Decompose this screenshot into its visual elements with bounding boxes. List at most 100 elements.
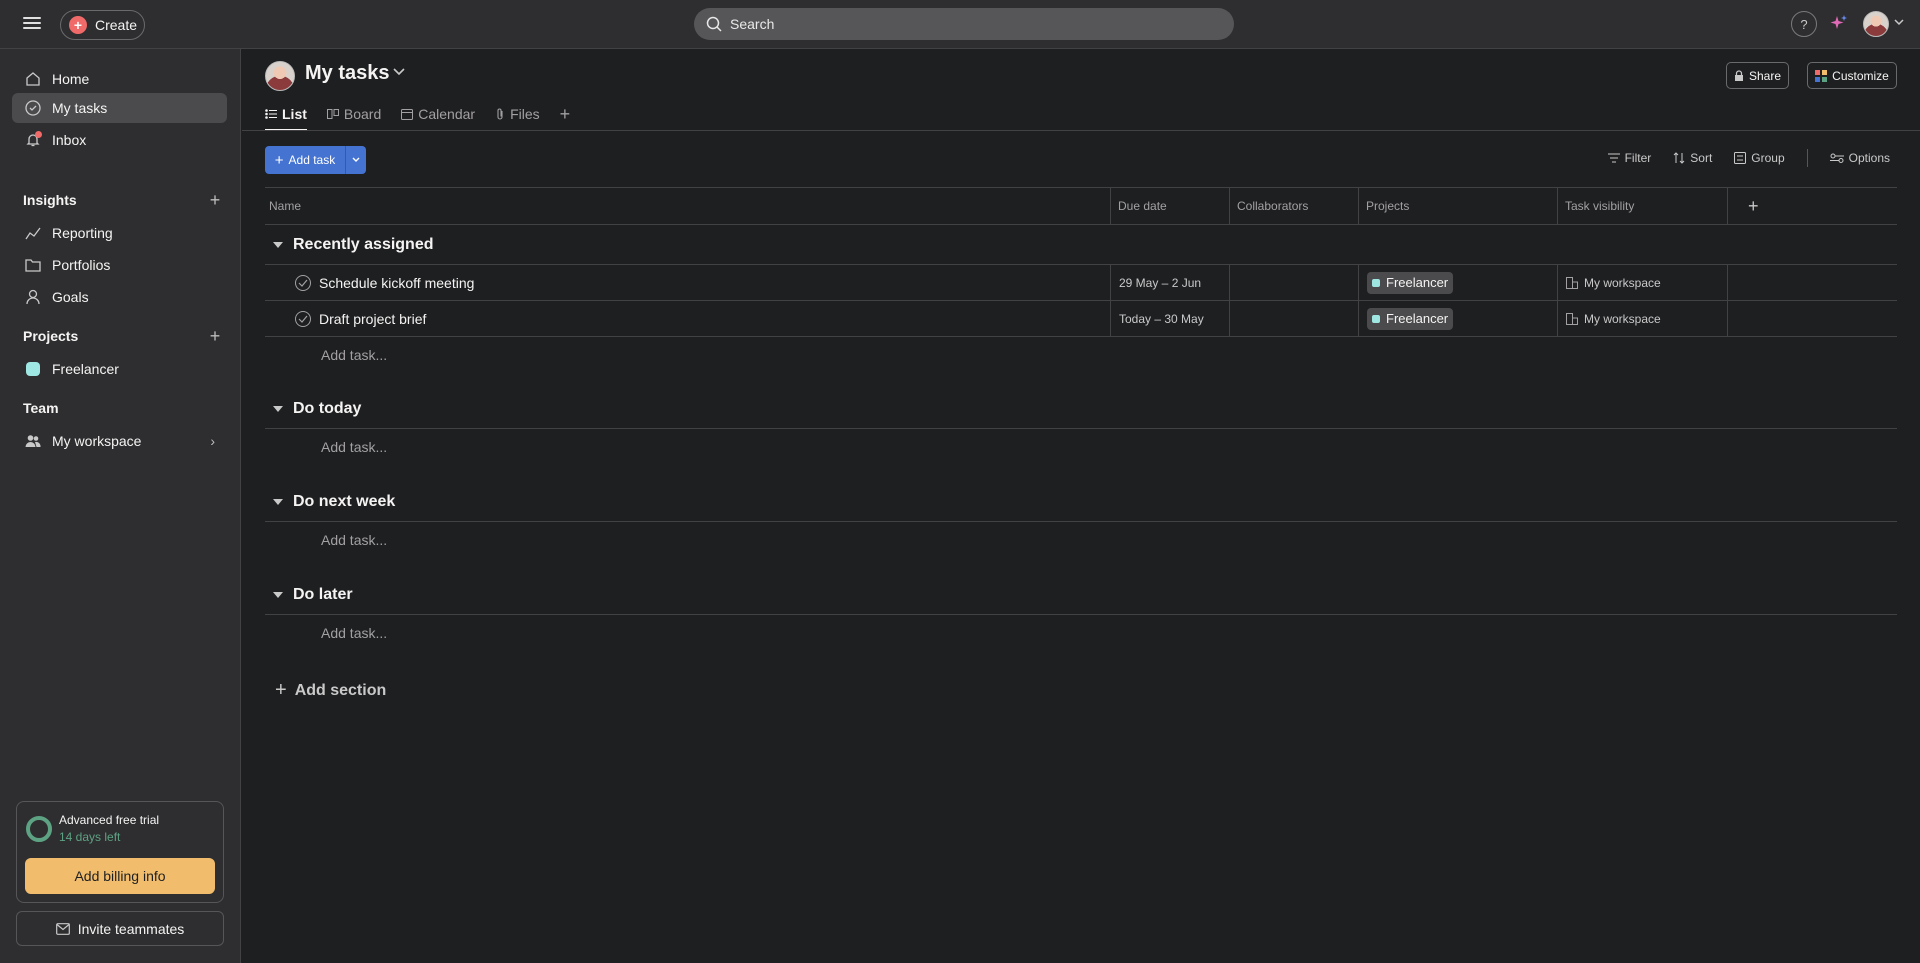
empty-cell: [1727, 265, 1897, 300]
sidebar-item-goals[interactable]: Goals: [12, 282, 227, 312]
caret-down-icon[interactable]: [273, 498, 283, 505]
add-task-inline[interactable]: Add task...: [265, 522, 1897, 558]
insights-header[interactable]: Insights +: [23, 189, 223, 211]
tab-label: Board: [343, 106, 382, 122]
options-button[interactable]: Options: [1829, 151, 1890, 165]
add-task-button[interactable]: + Add task: [265, 146, 345, 174]
section-header[interactable]: Do today: [265, 389, 1897, 429]
chevron-right-icon[interactable]: ›: [210, 433, 215, 449]
chevron-down-icon[interactable]: [1894, 17, 1904, 27]
complete-check-icon[interactable]: [295, 310, 311, 327]
invite-label: Invite teammates: [77, 920, 185, 937]
section-header[interactable]: Do later: [265, 575, 1897, 615]
group-label: Group: [1751, 151, 1785, 165]
insights-label: Insights: [23, 192, 77, 208]
add-column-button[interactable]: +: [1727, 188, 1897, 224]
tab-files[interactable]: Files: [495, 99, 540, 129]
task-name-cell[interactable]: Schedule kickoff meeting: [265, 265, 1110, 300]
visibility-cell[interactable]: My workspace: [1557, 301, 1727, 336]
tab-label: Files: [510, 106, 540, 122]
tabs-divider: [242, 130, 1920, 131]
add-tab-plus-icon[interactable]: +: [560, 99, 571, 129]
caret-down-icon[interactable]: [273, 241, 283, 248]
plus-icon: +: [69, 16, 87, 34]
column-header-due-date[interactable]: Due date: [1110, 188, 1229, 224]
sidebar-item-inbox[interactable]: Inbox: [12, 125, 227, 155]
share-button[interactable]: Share: [1726, 62, 1789, 89]
projects-cell[interactable]: Freelancer: [1358, 265, 1557, 300]
sidebar-item-label: Home: [52, 71, 90, 87]
hamburger-menu-icon[interactable]: [22, 14, 42, 34]
trial-card: Advanced free trial 14 days left Add bil…: [16, 801, 224, 903]
add-task-split-button: + Add task: [265, 146, 366, 174]
sidebar-item-freelancer[interactable]: Freelancer: [12, 354, 227, 384]
project-chip-label: Freelancer: [1386, 275, 1449, 290]
sidebar-item-reporting[interactable]: Reporting: [12, 218, 227, 248]
tab-calendar[interactable]: Calendar: [401, 99, 475, 129]
grid-icon: [1815, 69, 1828, 82]
sort-icon: [1673, 152, 1685, 164]
table-row[interactable]: Schedule kickoff meeting 29 May – 2 Jun …: [265, 265, 1897, 301]
main-content: My tasks Share Customize List Board Cale…: [242, 49, 1920, 963]
chevron-down-icon[interactable]: [392, 67, 406, 77]
collaborators-cell[interactable]: [1229, 265, 1358, 300]
complete-check-icon[interactable]: [295, 274, 311, 291]
add-task-inline[interactable]: Add task...: [265, 429, 1897, 465]
create-button[interactable]: + Create: [60, 10, 145, 40]
caret-down-icon[interactable]: [273, 591, 283, 598]
page-title: My tasks: [305, 62, 390, 84]
options-icon: [1829, 153, 1844, 163]
caret-down-icon[interactable]: [273, 405, 283, 412]
project-chip[interactable]: Freelancer: [1367, 307, 1454, 330]
table-row[interactable]: Draft project brief Today – 30 May Freel…: [265, 301, 1897, 337]
project-chip-label: Freelancer: [1386, 311, 1449, 326]
column-header-projects[interactable]: Projects: [1358, 188, 1557, 224]
sidebar-item-home[interactable]: Home: [12, 64, 227, 94]
user-avatar[interactable]: [1863, 11, 1889, 37]
add-billing-info-button[interactable]: Add billing info: [25, 858, 215, 894]
filter-button[interactable]: Filter: [1607, 151, 1651, 165]
section-do-today: Do today Add task...: [265, 389, 1897, 465]
add-project-plus-icon[interactable]: +: [207, 326, 223, 347]
customize-button[interactable]: Customize: [1807, 62, 1897, 89]
sidebar-item-label: Portfolios: [52, 257, 111, 273]
sort-label: Sort: [1690, 151, 1713, 165]
sidebar-item-my-workspace[interactable]: My workspace ›: [12, 426, 227, 456]
group-button[interactable]: Group: [1734, 151, 1785, 165]
invite-teammates-button[interactable]: Invite teammates: [16, 911, 224, 946]
add-task-inline[interactable]: Add task...: [265, 615, 1897, 651]
due-date-cell[interactable]: Today – 30 May: [1110, 301, 1229, 336]
task-name-cell[interactable]: Draft project brief: [265, 301, 1110, 336]
sidebar-item-label: Goals: [52, 289, 89, 305]
sort-button[interactable]: Sort: [1673, 151, 1712, 165]
section-header[interactable]: Recently assigned: [265, 225, 1897, 265]
add-section-button[interactable]: + Add section: [275, 679, 386, 702]
collaborators-cell[interactable]: [1229, 301, 1358, 336]
sidebar-item-my-tasks[interactable]: My tasks: [12, 93, 227, 123]
section-header[interactable]: Do next week: [265, 482, 1897, 522]
add-insight-plus-icon[interactable]: +: [207, 190, 223, 211]
add-task-inline[interactable]: Add task...: [265, 337, 1897, 373]
sidebar-item-portfolios[interactable]: Portfolios: [12, 250, 227, 280]
due-date-cell[interactable]: 29 May – 2 Jun: [1110, 265, 1229, 300]
visibility-cell[interactable]: My workspace: [1557, 265, 1727, 300]
tab-list[interactable]: List: [265, 99, 307, 131]
ai-sparkle-icon[interactable]: [1828, 13, 1850, 35]
plus-icon: +: [275, 679, 287, 701]
empty-cell: [1727, 301, 1897, 336]
search-bar[interactable]: Search: [694, 8, 1234, 40]
add-task-dropdown-button[interactable]: [345, 146, 366, 174]
add-task-label: Add task: [288, 153, 336, 167]
task-name: Draft project brief: [319, 310, 427, 327]
projects-cell[interactable]: Freelancer: [1358, 301, 1557, 336]
sidebar-item-label: Reporting: [52, 225, 113, 241]
column-header-task-visibility[interactable]: Task visibility: [1557, 188, 1727, 224]
project-chip[interactable]: Freelancer: [1367, 271, 1454, 294]
column-header-name[interactable]: Name: [265, 188, 1110, 224]
tab-board[interactable]: Board: [326, 99, 382, 129]
section-do-later: Do later Add task...: [265, 575, 1897, 651]
column-header-collaborators[interactable]: Collaborators: [1229, 188, 1358, 224]
projects-header[interactable]: Projects +: [23, 325, 223, 347]
help-button[interactable]: ?: [1791, 11, 1817, 37]
folder-icon: [24, 256, 42, 274]
